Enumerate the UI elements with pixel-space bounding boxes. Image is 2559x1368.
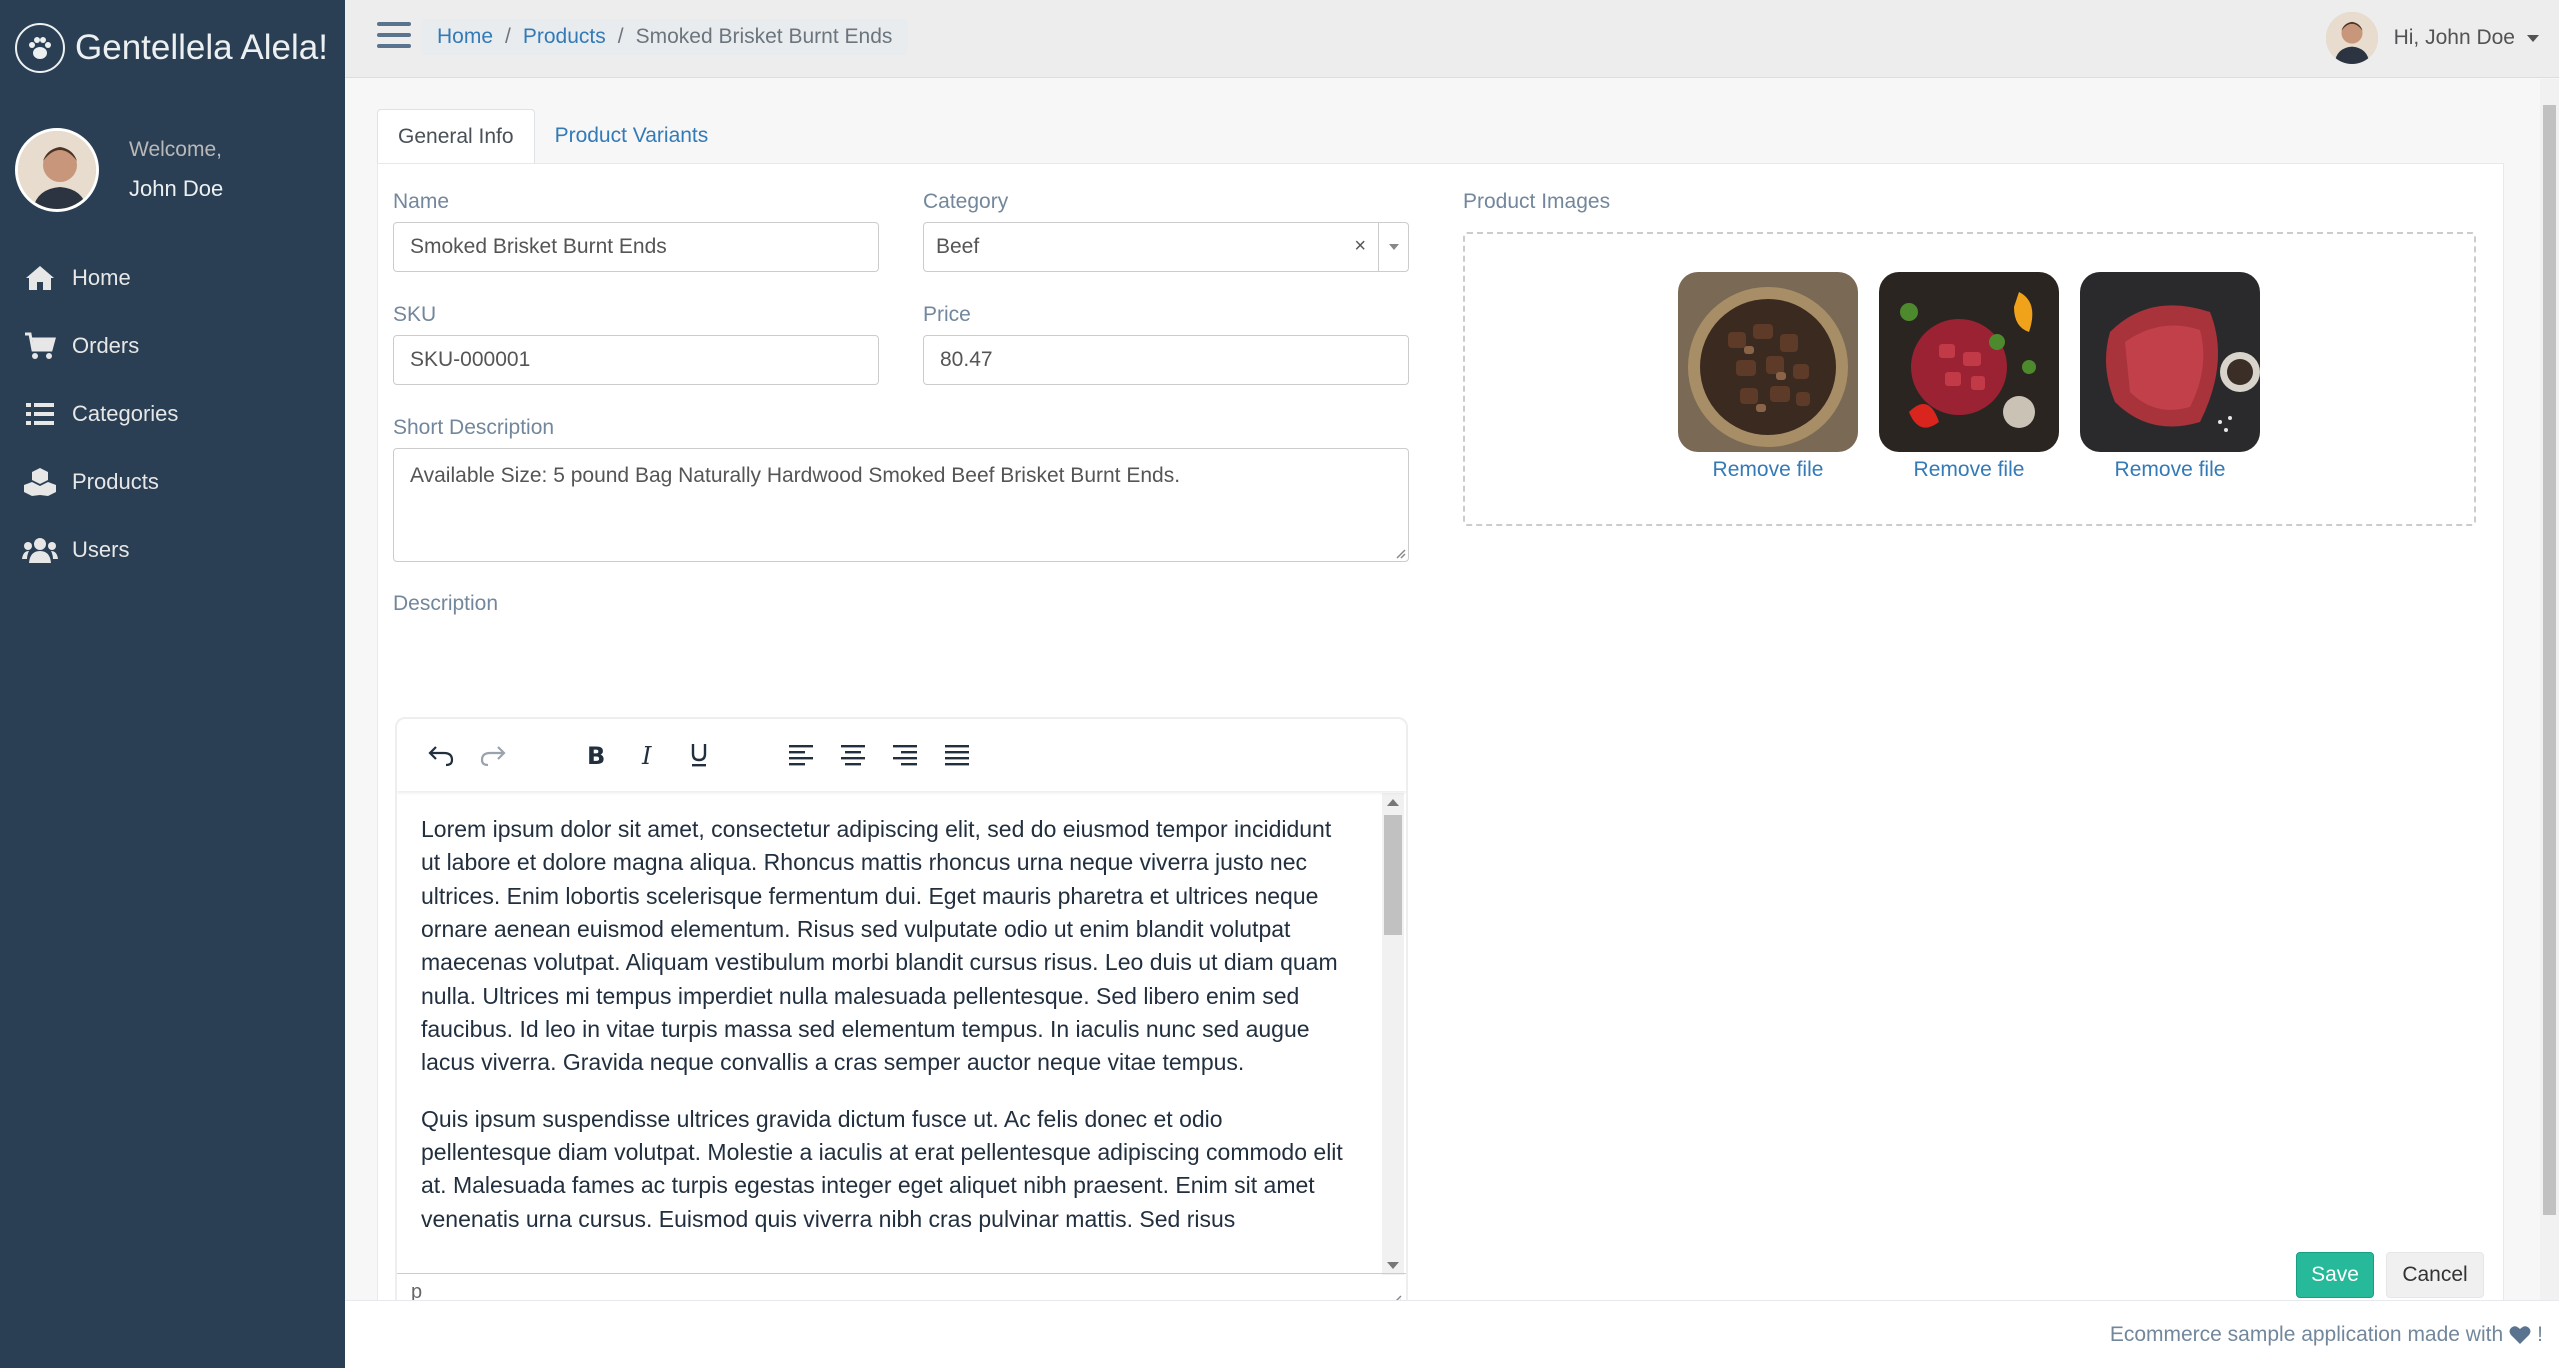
price-field[interactable]: 80.47 bbox=[923, 335, 1409, 385]
editor-scrollbar[interactable] bbox=[1382, 793, 1404, 1275]
bold-icon[interactable]: B bbox=[575, 735, 615, 775]
sidebar-nav: Home Orders Categories Products Users bbox=[0, 244, 345, 584]
users-icon bbox=[22, 532, 58, 568]
sidebar-item-label: Home bbox=[72, 265, 131, 290]
sidebar-item-products[interactable]: Products bbox=[0, 448, 345, 516]
resize-handle-icon[interactable] bbox=[1394, 547, 1406, 559]
general-info-panel: Name Smoked Brisket Burnt Ends Category … bbox=[377, 163, 2504, 1313]
name-label: Name bbox=[393, 190, 450, 213]
sidebar-item-label: Orders bbox=[72, 333, 140, 358]
rich-text-editor: B I Lorem ipsum dolor sit amet, consecte… bbox=[395, 717, 1408, 1313]
save-button[interactable]: Save bbox=[2296, 1252, 2374, 1298]
short-description-field[interactable]: Available Size: 5 pound Bag Naturally Ha… bbox=[393, 448, 1409, 562]
category-value: Beef bbox=[936, 235, 980, 258]
short-description-value: Available Size: 5 pound Bag Naturally Ha… bbox=[410, 464, 1181, 487]
shopping-cart-icon bbox=[22, 328, 58, 364]
redo-icon[interactable] bbox=[473, 735, 513, 775]
sku-label: SKU bbox=[393, 303, 437, 326]
remove-file-link[interactable]: Remove file bbox=[1879, 458, 2059, 482]
align-center-icon[interactable] bbox=[833, 735, 873, 775]
underline-icon[interactable] bbox=[679, 735, 719, 775]
product-image bbox=[1879, 272, 2059, 452]
image-preview: Remove file bbox=[1879, 272, 2059, 482]
svg-text:I: I bbox=[641, 743, 652, 767]
avatar bbox=[2325, 12, 2378, 64]
product-images-label: Product Images bbox=[1463, 190, 1611, 213]
page-scrollbar[interactable] bbox=[2540, 79, 2559, 1300]
editor-paragraph: Lorem ipsum dolor sit amet, consectetur … bbox=[421, 816, 1338, 1076]
breadcrumb: Home / Products / Smoked Brisket Burnt E… bbox=[421, 19, 909, 55]
name-field[interactable]: Smoked Brisket Burnt Ends bbox=[393, 222, 879, 272]
category-select[interactable]: Beef × bbox=[923, 222, 1409, 272]
align-left-icon[interactable] bbox=[781, 735, 821, 775]
align-right-icon[interactable] bbox=[885, 735, 925, 775]
sidebar-item-label: Products bbox=[72, 469, 159, 494]
description-label: Description bbox=[393, 592, 499, 615]
align-justify-icon[interactable] bbox=[937, 735, 977, 775]
remove-file-link[interactable]: Remove file bbox=[2080, 458, 2260, 482]
price-label: Price bbox=[923, 303, 971, 326]
image-preview: Remove file bbox=[2080, 272, 2260, 482]
sidebar-item-users[interactable]: Users bbox=[0, 516, 345, 584]
breadcrumb-current: Smoked Brisket Burnt Ends bbox=[635, 25, 893, 48]
sku-field[interactable]: SKU-000001 bbox=[393, 335, 879, 385]
menu-toggle-icon[interactable] bbox=[377, 22, 411, 52]
product-image bbox=[1678, 272, 1858, 452]
footer-text: Ecommerce sample application made with bbox=[2109, 1322, 2504, 1346]
sidebar: Gentellela Alela! Welcome, John Doe Home… bbox=[0, 0, 345, 1368]
home-icon bbox=[22, 260, 58, 296]
tab-general-info[interactable]: General Info bbox=[377, 109, 535, 163]
breadcrumb-products[interactable]: Products bbox=[523, 25, 606, 49]
heart-icon bbox=[2509, 1325, 2531, 1345]
profile: Welcome, John Doe bbox=[0, 96, 345, 216]
undo-icon[interactable] bbox=[421, 735, 461, 775]
user-menu[interactable]: Hi, John Doe bbox=[2325, 12, 2539, 64]
profile-name: John Doe bbox=[129, 176, 224, 201]
short-description-label: Short Description bbox=[393, 416, 555, 439]
dropdown-arrow-icon[interactable] bbox=[1378, 223, 1408, 271]
image-dropzone[interactable]: Remove file Remove file Remove file bbox=[1463, 232, 2476, 526]
welcome-text: Welcome, bbox=[129, 138, 222, 161]
remove-file-link[interactable]: Remove file bbox=[1678, 458, 1858, 482]
tabs: General Info Product Variants bbox=[377, 109, 728, 163]
cancel-button[interactable]: Cancel bbox=[2386, 1252, 2484, 1298]
sidebar-item-categories[interactable]: Categories bbox=[0, 380, 345, 448]
main-content: General Info Product Variants Name Smoke… bbox=[345, 79, 2539, 1313]
image-preview: Remove file bbox=[1678, 272, 1858, 482]
sidebar-item-label: Users bbox=[72, 537, 130, 562]
scroll-down-icon[interactable] bbox=[1387, 1262, 1399, 1269]
user-greeting: Hi, John Doe bbox=[2393, 26, 2515, 49]
list-icon bbox=[22, 396, 58, 432]
category-label: Category bbox=[923, 190, 1009, 213]
breadcrumb-separator: / bbox=[505, 25, 511, 48]
breadcrumb-separator: / bbox=[617, 25, 624, 48]
editor-paragraph: Quis ipsum suspendisse ultrices gravida … bbox=[421, 1105, 1343, 1232]
avatar bbox=[15, 128, 99, 212]
scroll-up-icon[interactable] bbox=[1387, 799, 1399, 806]
footer-suffix: ! bbox=[2537, 1322, 2543, 1346]
sidebar-item-home[interactable]: Home bbox=[0, 244, 345, 312]
clear-selection-icon[interactable]: × bbox=[1354, 235, 1366, 258]
brand[interactable]: Gentellela Alela! bbox=[0, 0, 345, 96]
svg-text:B: B bbox=[587, 743, 605, 767]
editor-toolbar: B I bbox=[397, 719, 1406, 791]
scroll-thumb[interactable] bbox=[1384, 815, 1402, 935]
tab-product-variants[interactable]: Product Variants bbox=[535, 109, 729, 163]
breadcrumb-home[interactable]: Home bbox=[437, 25, 493, 49]
chevron-down-icon bbox=[2527, 34, 2539, 42]
product-image bbox=[2080, 272, 2260, 452]
sidebar-item-orders[interactable]: Orders bbox=[0, 312, 345, 380]
top-nav: Home / Products / Smoked Brisket Burnt E… bbox=[345, 0, 2559, 78]
sidebar-item-label: Categories bbox=[72, 401, 179, 426]
editor-content[interactable]: Lorem ipsum dolor sit amet, consectetur … bbox=[397, 791, 1380, 1273]
italic-icon[interactable]: I bbox=[627, 735, 667, 775]
app-title: Gentellela Alela! bbox=[75, 28, 328, 67]
cubes-icon bbox=[22, 464, 58, 500]
footer: Ecommerce sample application made with ! bbox=[345, 1300, 2559, 1368]
paw-icon bbox=[15, 23, 65, 73]
page-scroll-thumb[interactable] bbox=[2543, 105, 2556, 1215]
